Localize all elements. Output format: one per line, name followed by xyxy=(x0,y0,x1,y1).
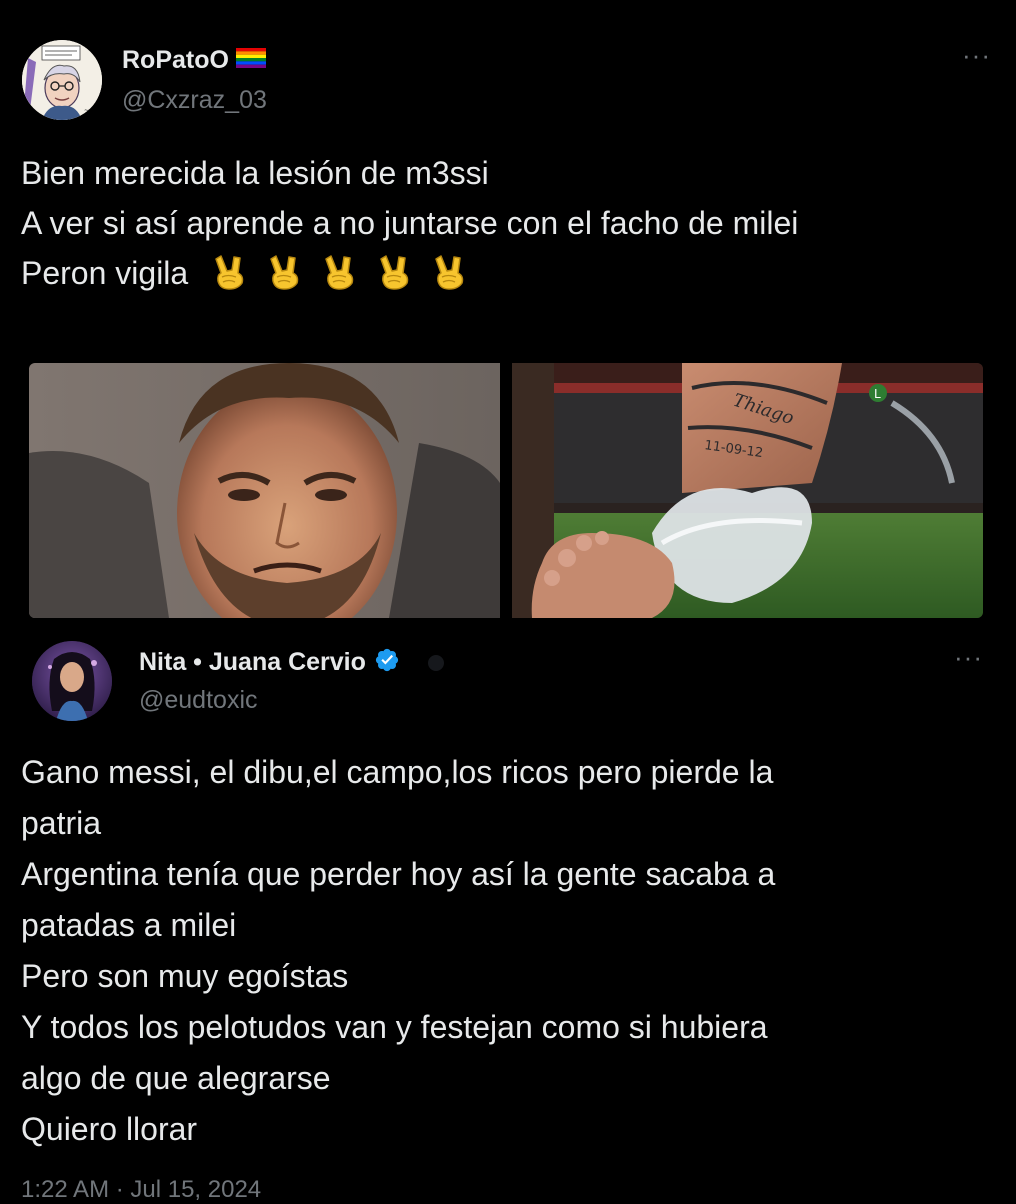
svg-text:L: L xyxy=(874,387,881,401)
quoted-text-line: Argentina tenía que perder hoy así la ge… xyxy=(21,856,776,892)
victory-hand-icon xyxy=(265,254,309,304)
author-display-name[interactable]: RoPatoO xyxy=(122,46,229,75)
tweet-text-line: A ver si así aprende a no juntarse con e… xyxy=(21,205,799,241)
quoted-text-line: algo de que alegrarse xyxy=(21,1060,331,1096)
quoted-author-name-row[interactable]: Nita • Juana Cervio xyxy=(139,647,444,678)
quoted-text-line: patria xyxy=(21,805,102,841)
quoted-text-line: Gano messi, el dibu,el campo,los ricos p… xyxy=(21,754,774,790)
rainbow-flag-icon xyxy=(235,48,266,73)
quoted-author-handle[interactable]: @eudtoxic xyxy=(139,686,258,715)
media-grid[interactable]: Thiago 11-09-12 L xyxy=(29,363,983,618)
author-name-row[interactable]: RoPatoO xyxy=(122,46,266,75)
separator-dot xyxy=(427,654,444,671)
quoted-tweet-text: Gano messi, el dibu,el campo,los ricos p… xyxy=(21,747,976,1155)
quoted-text-line: Pero son muy egoístas xyxy=(21,958,349,994)
author-handle[interactable]: @Cxzraz_03 xyxy=(122,86,267,115)
tweet-text-line-with-emoji: Peron vigila xyxy=(21,248,976,304)
injured-ankle-photo[interactable]: Thiago 11-09-12 L xyxy=(512,363,983,618)
quoted-text-line: patadas a milei xyxy=(21,907,237,943)
quoted-text-line: Quiero llorar xyxy=(21,1111,198,1147)
quoted-author-display-name[interactable]: Nita • Juana Cervio xyxy=(139,648,366,677)
victory-hand-icon xyxy=(320,254,364,304)
svg-text:~: ~ xyxy=(84,107,89,114)
tweet-text: Bien merecida la lesión de m3ssi A ver s… xyxy=(21,148,976,304)
verified-badge-icon xyxy=(374,647,400,678)
quoted-more-options-button[interactable]: ··· xyxy=(954,644,983,670)
quoted-author-avatar[interactable] xyxy=(32,641,112,721)
author-avatar[interactable]: ~ xyxy=(22,40,102,120)
victory-hand-icon xyxy=(375,254,419,304)
more-options-button[interactable]: ··· xyxy=(962,42,991,68)
emoji-row xyxy=(210,255,485,291)
avatar-illustration: ~ xyxy=(22,40,102,120)
tweet-text-line: Peron vigila xyxy=(21,255,189,291)
victory-hand-icon xyxy=(430,254,474,304)
quoted-avatar-photo xyxy=(32,641,112,721)
tweet-text-line: Bien merecida la lesión de m3ssi xyxy=(21,155,489,191)
quoted-text-line: Y todos los pelotudos van y festejan com… xyxy=(21,1009,768,1045)
victory-hand-icon xyxy=(210,254,254,304)
crying-player-photo[interactable] xyxy=(29,363,500,618)
